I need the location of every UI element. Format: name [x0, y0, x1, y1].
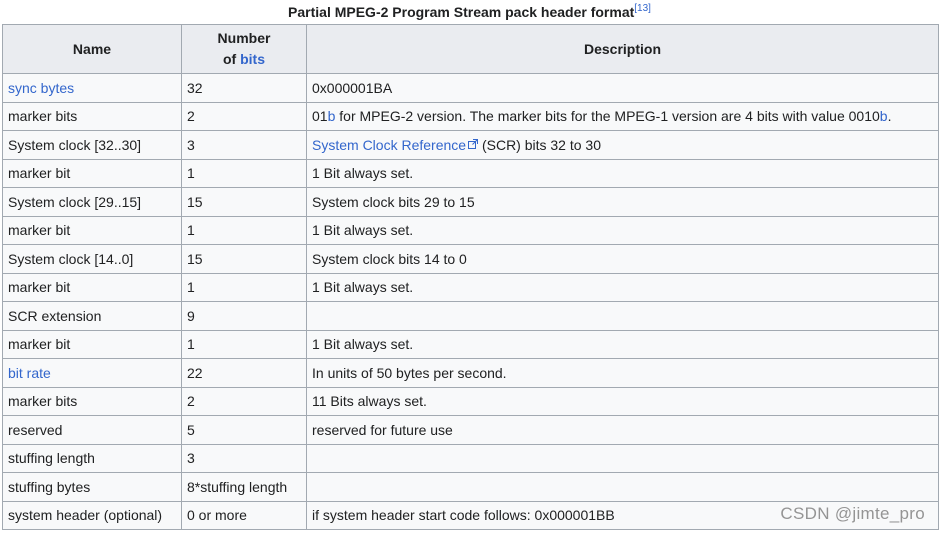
cell-description: 1 Bit always set. — [306, 329, 939, 359]
cell-description: System clock bits 29 to 15 — [306, 187, 939, 217]
desc-text: . — [887, 108, 892, 125]
cell-description: reserved for future use — [306, 415, 939, 445]
cell-name: System clock [14..0] — [2, 244, 182, 274]
desc-text: (SCR) bits 32 to 30 — [478, 136, 601, 153]
cell-description: 01 b for MPEG-2 version. The marker bits … — [306, 101, 939, 131]
cell-bits: 8*stuffing length — [181, 472, 307, 502]
table-row: SCR extension 9 — [2, 301, 939, 331]
cell-description — [306, 472, 939, 502]
cell-bits: 1 — [181, 215, 307, 245]
cell-bits: 22 — [181, 358, 307, 388]
system-clock-reference-link[interactable]: System Clock Reference — [312, 136, 479, 153]
cell-bits: 9 — [181, 301, 307, 331]
cell-description: 1 Bit always set. — [306, 158, 939, 188]
table-row: System clock [29..15] 15 System clock bi… — [2, 187, 939, 217]
cell-name: System clock [32..30] — [2, 130, 182, 160]
cell-name: stuffing length — [2, 443, 182, 473]
cell-name: marker bit — [2, 158, 182, 188]
cell-bits: 5 — [181, 415, 307, 445]
cell-bits: 32 — [181, 73, 307, 103]
column-header-description: Description — [306, 24, 939, 74]
binary-suffix-link[interactable]: b — [880, 108, 888, 124]
table-row: marker bit 1 1 Bit always set. — [2, 329, 939, 359]
cell-name: sync bytes — [2, 73, 182, 103]
column-header-name: Name — [2, 24, 182, 74]
caption-text: Partial MPEG-2 Program Stream pack heade… — [288, 4, 635, 20]
cell-name: reserved — [2, 415, 182, 445]
watermark: CSDN @jimte_pro — [780, 504, 925, 523]
table-row: stuffing bytes 8*stuffing length — [2, 472, 939, 502]
column-header-bits-line1: Number — [217, 30, 271, 46]
cell-name: SCR extension — [2, 301, 182, 331]
table-row: marker bits 2 01 b for MPEG-2 version. Th… — [2, 101, 939, 131]
cell-description: 0x000001BA — [306, 73, 939, 103]
bit-rate-link[interactable]: bit rate — [8, 365, 51, 381]
cell-description: 1 Bit always set. — [306, 215, 939, 245]
cell-name: marker bits — [2, 101, 182, 131]
cell-bits: 2 — [181, 101, 307, 131]
table-row: System clock [32..30] 3 System Clock Ref… — [2, 130, 939, 160]
citation-ref-link[interactable]: [13] — [634, 3, 651, 14]
sync-bytes-link[interactable]: sync bytes — [8, 80, 74, 96]
cell-bits: 1 — [181, 158, 307, 188]
cell-name: marker bit — [2, 329, 182, 359]
cell-bits: 15 — [181, 244, 307, 274]
column-header-bits-of: of — [223, 51, 241, 67]
cell-name: marker bit — [2, 215, 182, 245]
external-link-icon — [468, 138, 479, 149]
cell-description: System clock bits 14 to 0 — [306, 244, 939, 274]
table-row: System clock [14..0] 15 System clock bit… — [2, 244, 939, 274]
cell-bits: 3 — [181, 130, 307, 160]
cell-bits: 2 — [181, 386, 307, 416]
table-row: stuffing length 3 — [2, 443, 939, 473]
table-caption: Partial MPEG-2 Program Stream pack heade… — [0, 0, 939, 24]
cell-name: marker bit — [2, 272, 182, 302]
table-row: marker bits 2 11 Bits always set. — [2, 386, 939, 416]
column-header-bits: Number of bits — [181, 24, 307, 74]
cell-description: System Clock Reference (SCR) bits 32 to … — [306, 130, 939, 160]
cell-bits: 0 or more — [181, 500, 307, 530]
cell-description: 1 Bit always set. — [306, 272, 939, 302]
cell-description — [306, 301, 939, 331]
table-row: reserved 5 reserved for future use — [2, 415, 939, 445]
cell-name: marker bits — [2, 386, 182, 416]
table-header-row: Name Number of bits Description — [2, 24, 939, 74]
cell-name: bit rate — [2, 358, 182, 388]
table-row: bit rate 22 In units of 50 bytes per sec… — [2, 358, 939, 388]
cell-bits: 15 — [181, 187, 307, 217]
desc-text: for MPEG-2 version. The marker bits for … — [335, 108, 880, 125]
table-row: sync bytes 32 0x000001BA — [2, 73, 939, 103]
table-row: marker bit 1 1 Bit always set. — [2, 215, 939, 245]
cell-description: In units of 50 bytes per second. — [306, 358, 939, 388]
cell-description — [306, 443, 939, 473]
bits-link[interactable]: bits — [240, 51, 265, 67]
desc-text: 01 — [312, 108, 328, 125]
cell-bits: 1 — [181, 329, 307, 359]
cell-name: system header (optional) — [2, 500, 182, 530]
pack-header-table: Name Number of bits Description sync byte… — [2, 24, 939, 530]
cell-bits: 1 — [181, 272, 307, 302]
cell-name: System clock [29..15] — [2, 187, 182, 217]
cell-bits: 3 — [181, 443, 307, 473]
table-row: marker bit 1 1 Bit always set. — [2, 158, 939, 188]
cell-description: 11 Bits always set. — [306, 386, 939, 416]
system-clock-reference-link-text: System Clock Reference — [312, 136, 467, 153]
cell-name: stuffing bytes — [2, 472, 182, 502]
table-row: marker bit 1 1 Bit always set. — [2, 272, 939, 302]
